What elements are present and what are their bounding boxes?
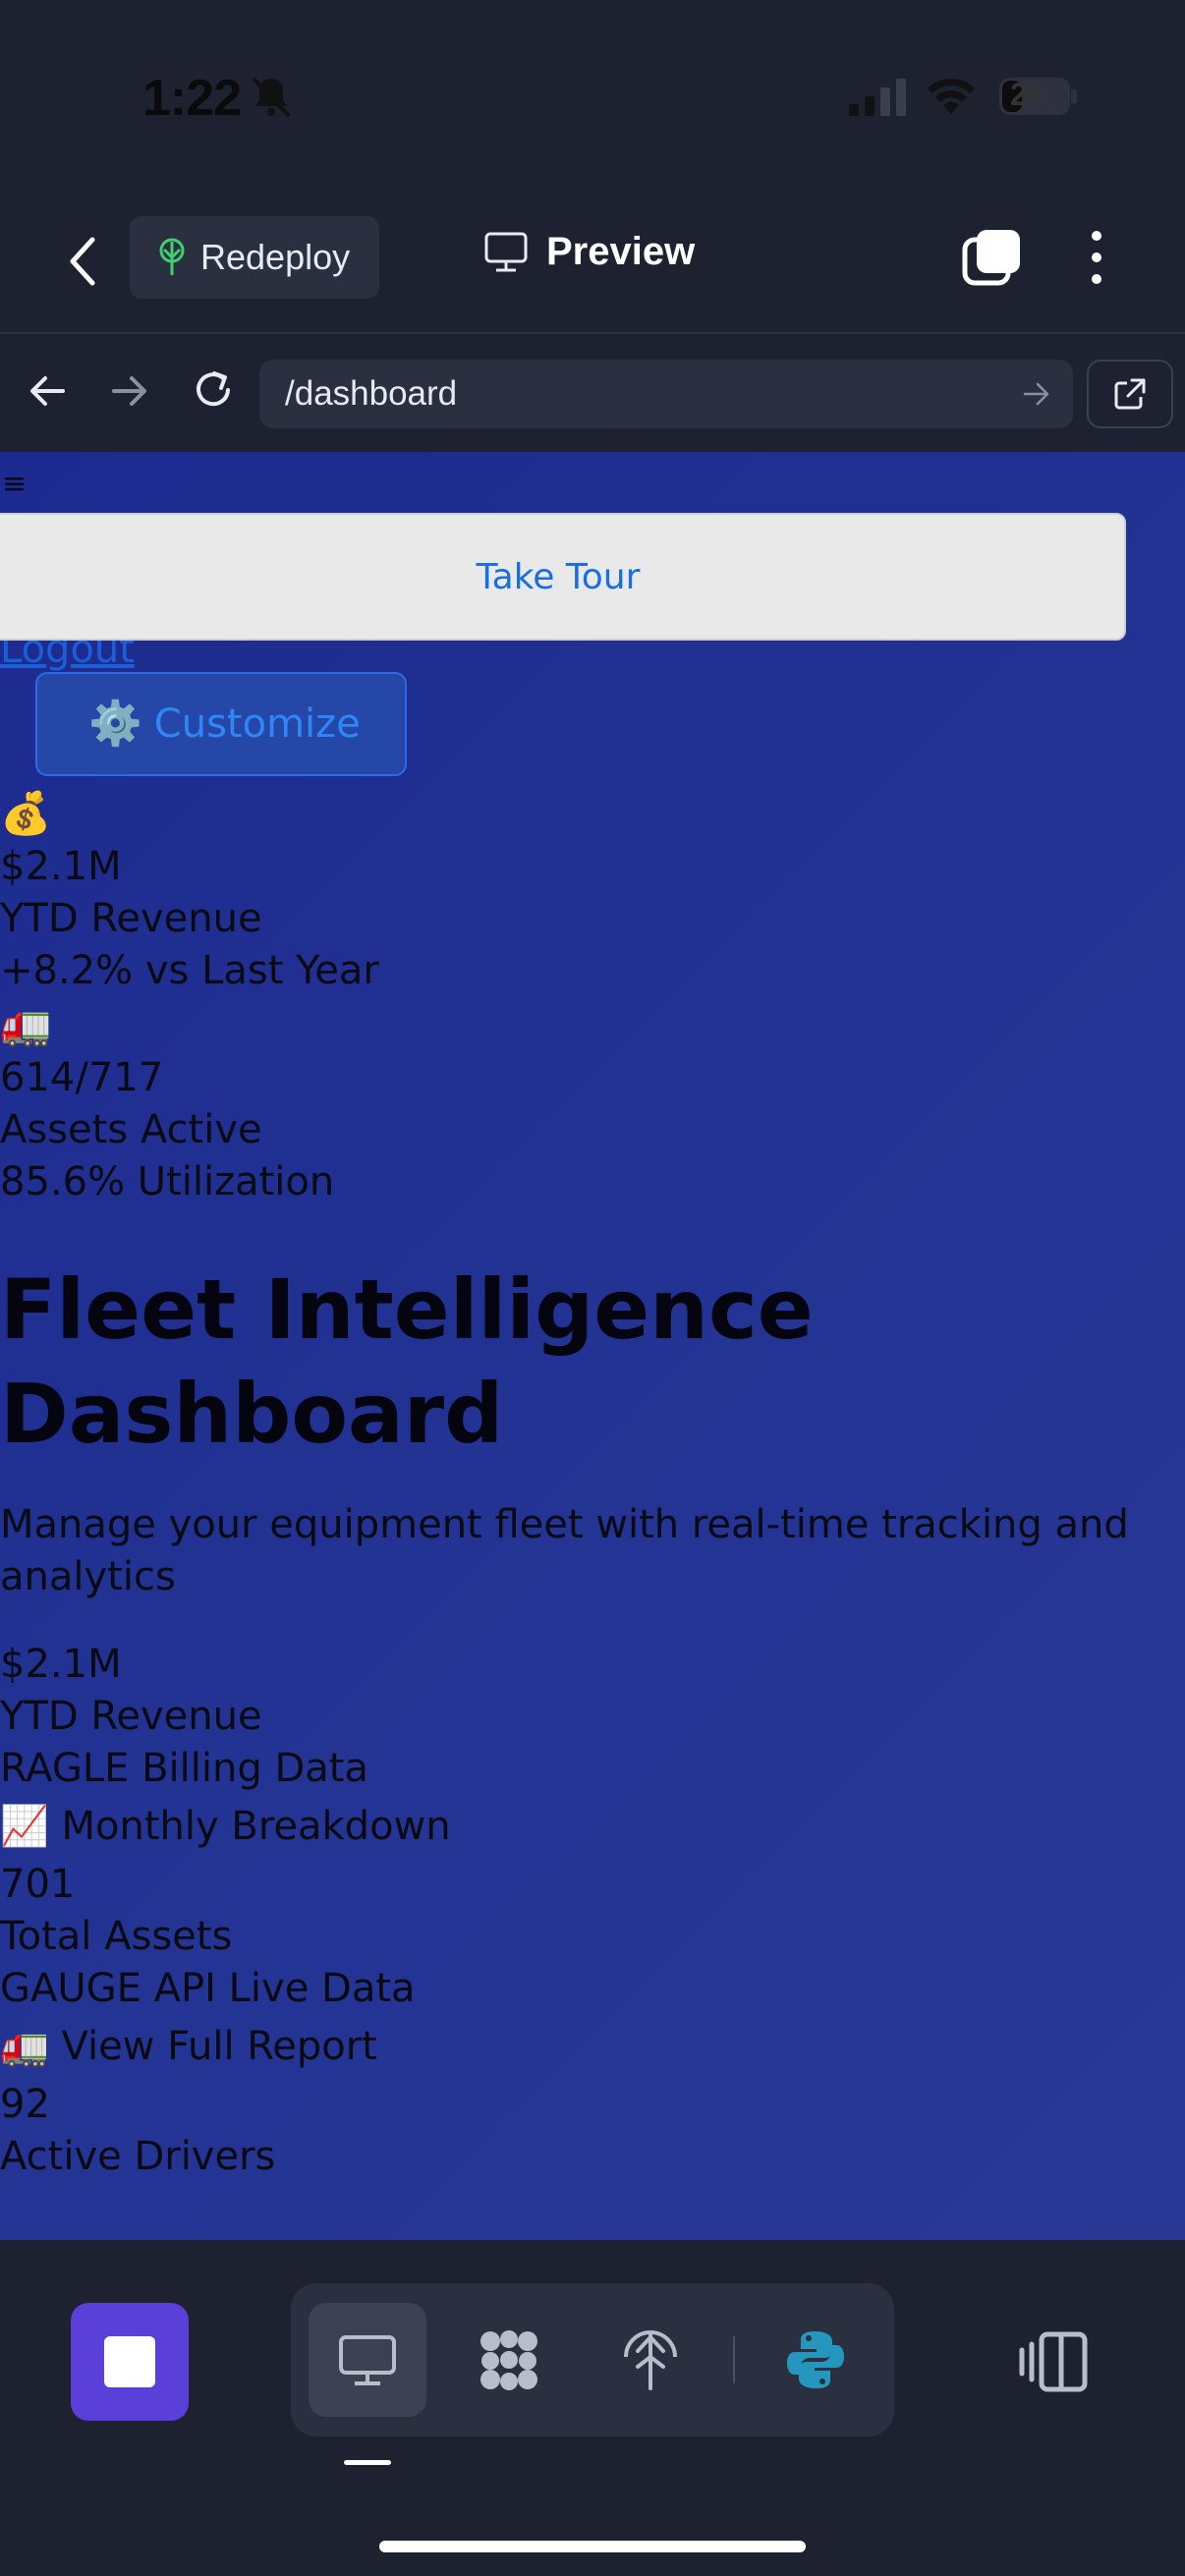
deploy-tool-button[interactable]	[592, 2303, 709, 2417]
monthly-breakdown-link[interactable]: 📈 Monthly Breakdown	[0, 1801, 1185, 1853]
view-full-report-link[interactable]: 🚛 View Full Report	[0, 2021, 1185, 2073]
menu-toggle[interactable]: ≡	[2, 470, 27, 499]
kpi-utilization: 85.6% Utilization	[0, 1159, 335, 1204]
more-vertical-icon[interactable]	[1077, 226, 1116, 289]
customize-button[interactable]: ⚙️ Customize	[35, 672, 407, 776]
bell-muted-icon	[252, 77, 291, 118]
take-tour-button[interactable]: Take Tour	[0, 513, 1126, 641]
reload-icon[interactable]	[189, 365, 238, 415]
stop-button[interactable]	[71, 2303, 189, 2421]
page-title: Fleet Intelligence Dashboard	[0, 1261, 814, 1462]
preview-label: Preview	[546, 230, 696, 273]
deploy-tree-icon	[624, 2330, 677, 2390]
sparkle-cluster-icon	[480, 2330, 537, 2390]
tool-switcher	[291, 2283, 894, 2436]
app-header: Redeploy Preview	[0, 196, 1185, 334]
money-bag-icon: 💰	[0, 789, 52, 837]
metric-card-revenue: $2.1M YTD Revenue RAGLE Billing Data 📈 M…	[0, 1639, 1185, 1853]
customize-label: Customize	[153, 701, 361, 747]
redeploy-label: Redeploy	[200, 237, 351, 277]
metric-source: RAGLE Billing Data	[0, 1746, 368, 1791]
agent-tool-button[interactable]	[450, 2303, 568, 2417]
toolbar-divider	[733, 2336, 735, 2383]
metric-value: 92	[0, 2082, 50, 2127]
kpi-label: YTD Revenue	[0, 896, 262, 941]
redeploy-button[interactable]: Redeploy	[130, 216, 379, 299]
metric-value: $2.1M	[0, 1642, 122, 1687]
kpi-assets: 🚛 614/717 Assets Active 85.6% Utilizatio…	[0, 997, 1185, 1208]
kpi-label: Assets Active	[0, 1107, 262, 1152]
take-tour-label: Take Tour	[476, 556, 641, 597]
metric-card-drivers: 92 Active Drivers	[0, 2079, 1185, 2183]
signal-icon	[849, 79, 906, 116]
gear-icon: ⚙️	[88, 699, 142, 749]
active-tool-indicator	[344, 2460, 391, 2465]
metric-label: Total Assets	[0, 1914, 233, 1959]
metric-source: GAUGE API Live Data	[0, 1966, 416, 2011]
metric-label: YTD Revenue	[0, 1694, 262, 1739]
bottom-toolbar	[0, 2240, 1185, 2576]
python-icon	[787, 2331, 844, 2388]
web-viewport: ≡ Logout Take Tour ⚙️ Customize 💰 $2.1M …	[0, 452, 1185, 2240]
metric-value: 701	[0, 1862, 76, 1907]
status-time: 1:22	[142, 70, 242, 127]
preview-title: Preview	[483, 230, 695, 274]
kpi-value: 614/717	[0, 1055, 164, 1100]
url-text: /dashboard	[285, 374, 458, 413]
preview-tool-button[interactable]	[309, 2303, 426, 2417]
open-external-button[interactable]	[1087, 360, 1173, 428]
browser-bar: /dashboard	[0, 336, 1185, 452]
metric-card-assets: 701 Total Assets GAUGE API Live Data 🚛 V…	[0, 1859, 1185, 2073]
wifi-icon	[928, 79, 975, 114]
truck-icon: 🚛	[0, 1000, 52, 1048]
tabs-icon[interactable]	[961, 226, 1024, 289]
metric-label: Active Drivers	[0, 2134, 276, 2179]
monitor-icon	[339, 2335, 396, 2385]
url-input[interactable]: /dashboard	[259, 360, 1073, 428]
python-tool-button[interactable]	[757, 2303, 875, 2417]
monitor-icon	[484, 232, 528, 271]
kpi-revenue: 💰 $2.1M YTD Revenue +8.2% vs Last Year	[0, 786, 1185, 997]
side-panel-icon[interactable]	[1018, 2330, 1089, 2393]
home-indicator	[379, 2541, 806, 2552]
deploy-tree-icon	[159, 238, 185, 275]
stop-icon	[104, 2336, 155, 2387]
dashboard-content: 💰 $2.1M YTD Revenue +8.2% vs Last Year 🚛…	[0, 786, 1185, 2183]
arrow-right-icon[interactable]	[1022, 379, 1051, 409]
external-link-icon	[1114, 378, 1146, 410]
page-subtitle: Manage your equipment fleet with real-ti…	[0, 1502, 1129, 1599]
kpi-value: $2.1M	[0, 844, 122, 889]
nav-back-icon[interactable]	[26, 369, 69, 413]
kpi-change: +8.2% vs Last Year	[0, 948, 379, 993]
battery-percent: 28	[1010, 77, 1045, 112]
status-bar: 1:22 28	[0, 0, 1185, 196]
nav-forward-icon[interactable]	[108, 369, 151, 413]
back-chevron-icon[interactable]	[61, 232, 104, 291]
